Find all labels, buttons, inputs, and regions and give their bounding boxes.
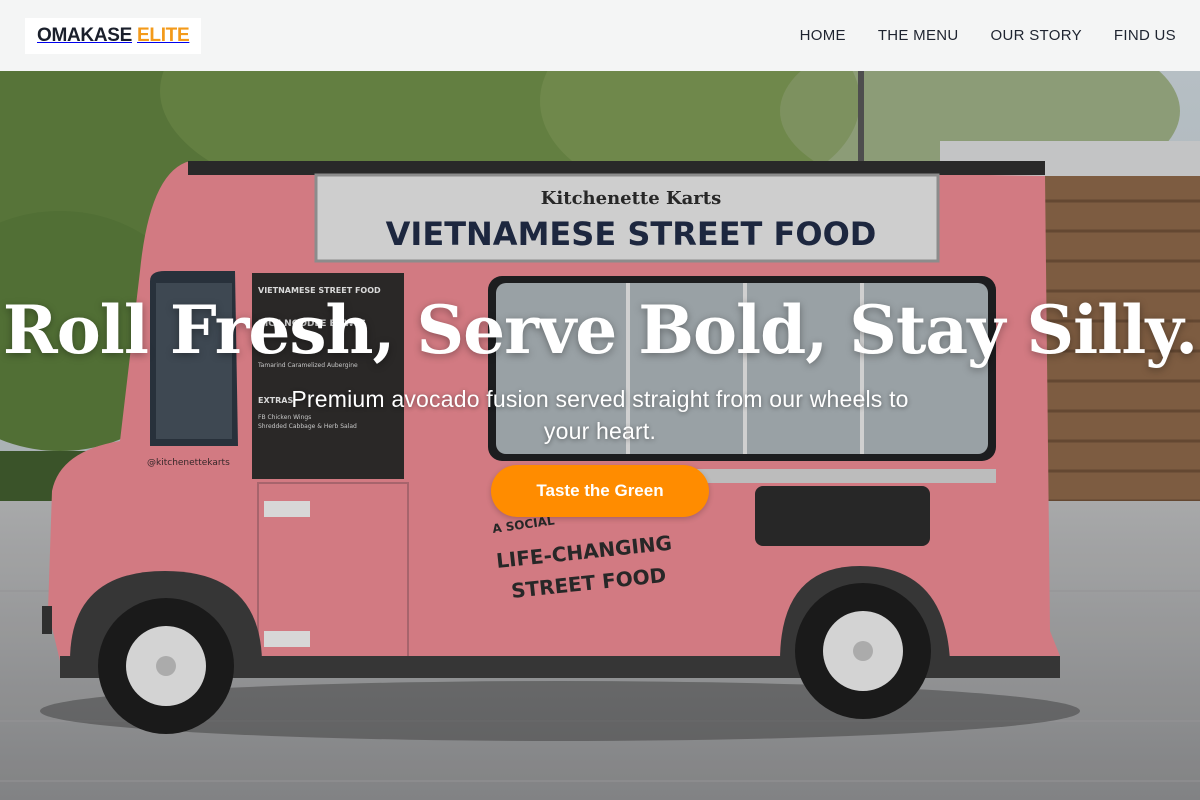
nav-item-story[interactable]: OUR STORY xyxy=(991,27,1082,44)
brand-name-accent: ELITE xyxy=(137,24,190,46)
site-header: OMAKASE ELITE HOME THE MENU OUR STORY FI… xyxy=(0,0,1200,71)
nav-item-menu[interactable]: THE MENU xyxy=(878,27,959,44)
nav-item-home[interactable]: HOME xyxy=(800,27,846,44)
hero-headline: Roll Fresh, Serve Bold, Stay Silly. xyxy=(2,291,1198,369)
hero-section: Kitchenette Karts VIETNAMESE STREET FOOD… xyxy=(0,71,1200,800)
nav-item-find-us[interactable]: FIND US xyxy=(1114,27,1176,44)
taste-the-green-button[interactable]: Taste the Green xyxy=(491,465,709,517)
main-nav: HOME THE MENU OUR STORY FIND US xyxy=(800,27,1176,44)
brand-logo[interactable]: OMAKASE ELITE xyxy=(25,17,202,54)
hero-subheadline: Premium avocado fusion served straight f… xyxy=(291,386,909,444)
hero-content: Roll Fresh, Serve Bold, Stay Silly. Prem… xyxy=(0,71,1200,800)
brand-name-primary: OMAKASE xyxy=(37,24,133,46)
